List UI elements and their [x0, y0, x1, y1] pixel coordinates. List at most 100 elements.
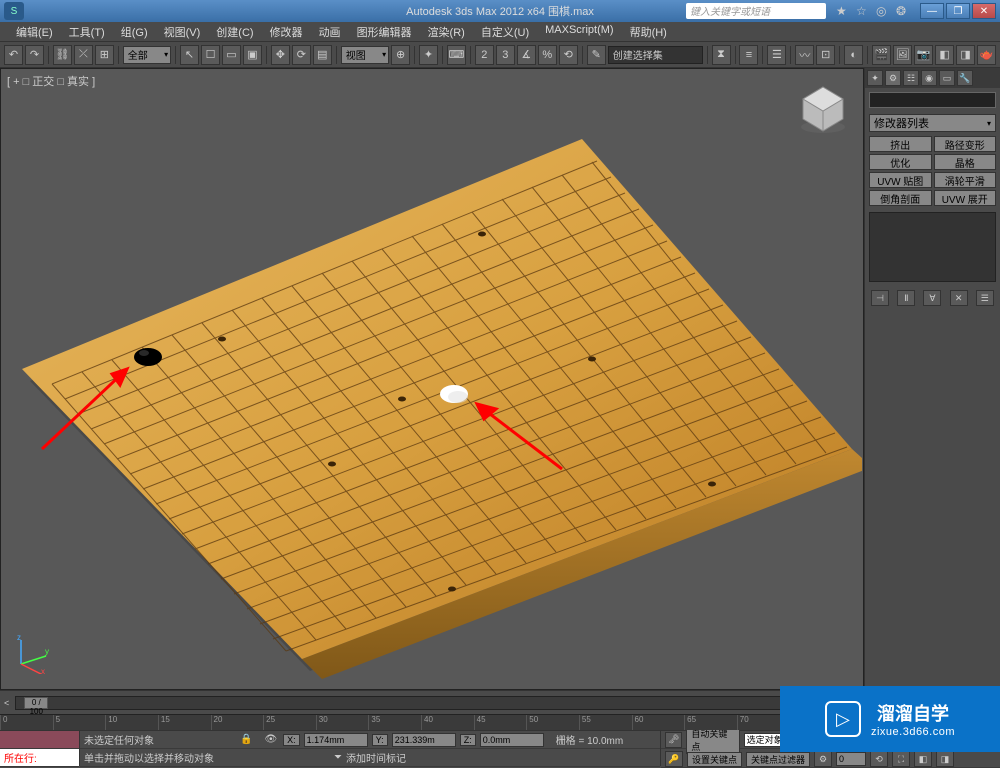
- spinner-snap-button[interactable]: ⟲: [559, 45, 578, 65]
- key-mode-button[interactable]: 🗝: [665, 732, 682, 748]
- undo-button[interactable]: ↶: [4, 45, 23, 65]
- configure-sets-button[interactable]: ☰: [976, 290, 994, 306]
- angle-snap-button[interactable]: ∡: [517, 45, 536, 65]
- pin-stack-button[interactable]: ⊣: [871, 290, 889, 306]
- object-color-swatch[interactable]: [869, 92, 996, 108]
- render-frame-button[interactable]: 🖼: [893, 45, 912, 65]
- tab-display[interactable]: ▭: [939, 70, 955, 86]
- select-manipulate-button[interactable]: ✦: [419, 45, 438, 65]
- modifier-turbosmooth[interactable]: 涡轮平滑: [934, 172, 997, 188]
- tab-modify[interactable]: ⚙: [885, 70, 901, 86]
- selection-filter-dropdown[interactable]: 全部: [123, 46, 171, 64]
- menu-edit[interactable]: 编辑(E): [8, 22, 61, 41]
- tab-hierarchy[interactable]: ☷: [903, 70, 919, 86]
- percent-snap-button[interactable]: %: [538, 45, 557, 65]
- nav-maximize-button[interactable]: ⛶: [892, 751, 910, 767]
- search-input[interactable]: 键入关键字或短语: [686, 3, 826, 19]
- time-marker[interactable]: 0 / 100: [24, 697, 48, 709]
- material-editor-button[interactable]: ◐: [844, 45, 863, 65]
- z-input[interactable]: [480, 733, 544, 747]
- tab-create[interactable]: ✦: [867, 70, 883, 86]
- app-logo[interactable]: S: [4, 2, 24, 20]
- modifier-bevelprofile[interactable]: 倒角剖面: [869, 190, 932, 206]
- render-button[interactable]: 📷: [914, 45, 933, 65]
- snap-2d-button[interactable]: 2: [475, 45, 494, 65]
- keyboard-shortcut-button[interactable]: ⌨: [447, 45, 466, 65]
- show-end-result-button[interactable]: Ⅱ: [897, 290, 915, 306]
- edit-selection-button[interactable]: ✎: [587, 45, 606, 65]
- help-icon[interactable]: ☆: [856, 4, 870, 18]
- snap-3d-button[interactable]: 3: [496, 45, 515, 65]
- x-input[interactable]: [304, 733, 368, 747]
- redo-button[interactable]: ↷: [25, 45, 44, 65]
- set-key-icon[interactable]: 🔑: [665, 751, 683, 767]
- modifier-uvwunwrap[interactable]: UVW 展开: [934, 190, 997, 206]
- isolate-icon[interactable]: 👁: [264, 734, 277, 745]
- mirror-button[interactable]: ⧗: [712, 45, 731, 65]
- close-button[interactable]: ✕: [972, 3, 996, 19]
- maximize-button[interactable]: ❐: [946, 3, 970, 19]
- modifier-extrude[interactable]: 挤出: [869, 136, 932, 152]
- key-filter-button[interactable]: 关键点过滤器: [746, 752, 810, 767]
- modifier-uvwmap[interactable]: UVW 贴图: [869, 172, 932, 188]
- make-unique-button[interactable]: ∀: [923, 290, 941, 306]
- nav-extra1-button[interactable]: ◧: [914, 751, 932, 767]
- menu-customize[interactable]: 自定义(U): [473, 22, 537, 41]
- menu-create[interactable]: 创建(C): [208, 22, 261, 41]
- set-key-button[interactable]: 设置关键点: [687, 752, 742, 767]
- named-selection-input[interactable]: 创建选择集: [608, 46, 703, 64]
- select-button[interactable]: ↖: [180, 45, 199, 65]
- menu-graph-editors[interactable]: 图形编辑器: [349, 22, 420, 41]
- menu-group[interactable]: 组(G): [113, 22, 156, 41]
- remove-modifier-button[interactable]: ✕: [950, 290, 968, 306]
- modifier-stack[interactable]: [869, 212, 996, 282]
- minimize-button[interactable]: —: [920, 3, 944, 19]
- y-input[interactable]: [392, 733, 456, 747]
- modifier-optimize[interactable]: 优化: [869, 154, 932, 170]
- extra-tool-1[interactable]: ◧: [935, 45, 954, 65]
- tab-motion[interactable]: ◉: [921, 70, 937, 86]
- window-crossing-button[interactable]: ▣: [243, 45, 262, 65]
- menu-animation[interactable]: 动画: [311, 22, 349, 41]
- viewport[interactable]: [ + □ 正交 □ 真实 ]: [0, 68, 864, 690]
- render-setup-button[interactable]: 🎬: [872, 45, 891, 65]
- time-nav-left[interactable]: <: [4, 698, 9, 708]
- link-button[interactable]: ⛓: [53, 45, 72, 65]
- menu-view[interactable]: 视图(V): [156, 22, 209, 41]
- menu-modifiers[interactable]: 修改器: [262, 22, 311, 41]
- move-button[interactable]: ✥: [271, 45, 290, 65]
- ref-coord-dropdown[interactable]: 视图: [341, 46, 389, 64]
- frame-input[interactable]: [836, 752, 866, 766]
- modifier-pathdeform[interactable]: 路径变形: [934, 136, 997, 152]
- tab-utilities[interactable]: 🔧: [957, 70, 973, 86]
- add-time-tag[interactable]: 添加时间标记: [346, 750, 406, 765]
- modifier-lattice[interactable]: 晶格: [934, 154, 997, 170]
- star-icon[interactable]: ★: [836, 4, 850, 18]
- info-icon[interactable]: ◎: [876, 4, 890, 18]
- curve-editor-button[interactable]: 〰: [795, 45, 814, 65]
- time-config-button[interactable]: ⚙: [814, 751, 832, 767]
- bind-button[interactable]: ⊞: [95, 45, 114, 65]
- modifier-list-dropdown[interactable]: 修改器列表: [869, 114, 996, 132]
- pivot-button[interactable]: ⊕: [391, 45, 410, 65]
- scale-button[interactable]: ▤: [313, 45, 332, 65]
- unlink-button[interactable]: ⤫: [74, 45, 93, 65]
- region-rect-button[interactable]: ▭: [222, 45, 241, 65]
- rotate-button[interactable]: ⟳: [292, 45, 311, 65]
- menu-rendering[interactable]: 渲染(R): [420, 22, 473, 41]
- schematic-button[interactable]: ⊡: [816, 45, 835, 65]
- time-tag-icon[interactable]: ⏷: [334, 752, 342, 763]
- viewcube[interactable]: [793, 79, 853, 139]
- select-name-button[interactable]: ☐: [201, 45, 220, 65]
- viewport-label[interactable]: [ + □ 正交 □ 真实 ]: [7, 73, 95, 89]
- menu-tools[interactable]: 工具(T): [61, 22, 113, 41]
- teapot-icon[interactable]: 🫖: [977, 45, 996, 65]
- lock-icon[interactable]: 🔒: [240, 734, 252, 745]
- nav-orbit-button[interactable]: ⟲: [870, 751, 888, 767]
- layers-button[interactable]: ☰: [767, 45, 786, 65]
- menu-help[interactable]: 帮助(H): [622, 22, 675, 41]
- menu-maxscript[interactable]: MAXScript(M): [537, 22, 621, 41]
- nav-extra2-button[interactable]: ◨: [936, 751, 954, 767]
- globe-icon[interactable]: ❂: [896, 4, 910, 18]
- align-button[interactable]: ≡: [739, 45, 758, 65]
